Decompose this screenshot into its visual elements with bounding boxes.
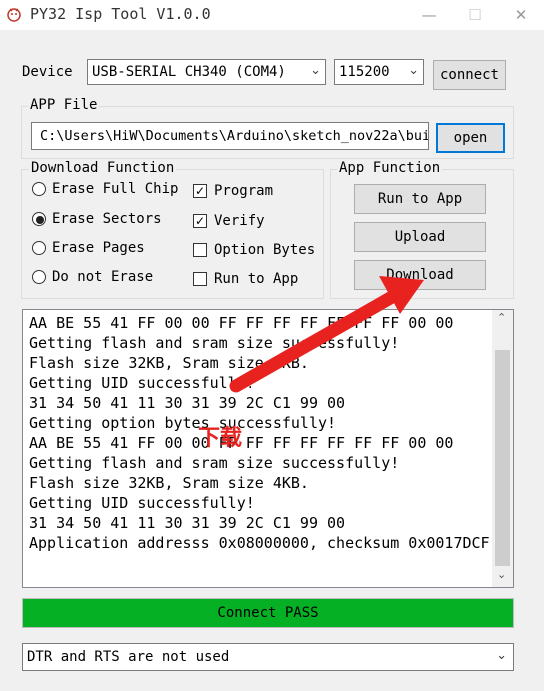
annotation-arrow-overlay: 下载 (198, 276, 424, 451)
red-arrow-icon (229, 276, 424, 393)
chevron-down-icon: ⌄ (496, 648, 507, 663)
dtr-rts-mode-select[interactable]: DTR and RTS are not used ⌄ (22, 643, 514, 671)
status-bar: Connect PASS (22, 598, 514, 628)
annotation-label: 下载 (198, 425, 242, 451)
dtr-rts-mode-value: DTR and RTS are not used (27, 649, 230, 665)
